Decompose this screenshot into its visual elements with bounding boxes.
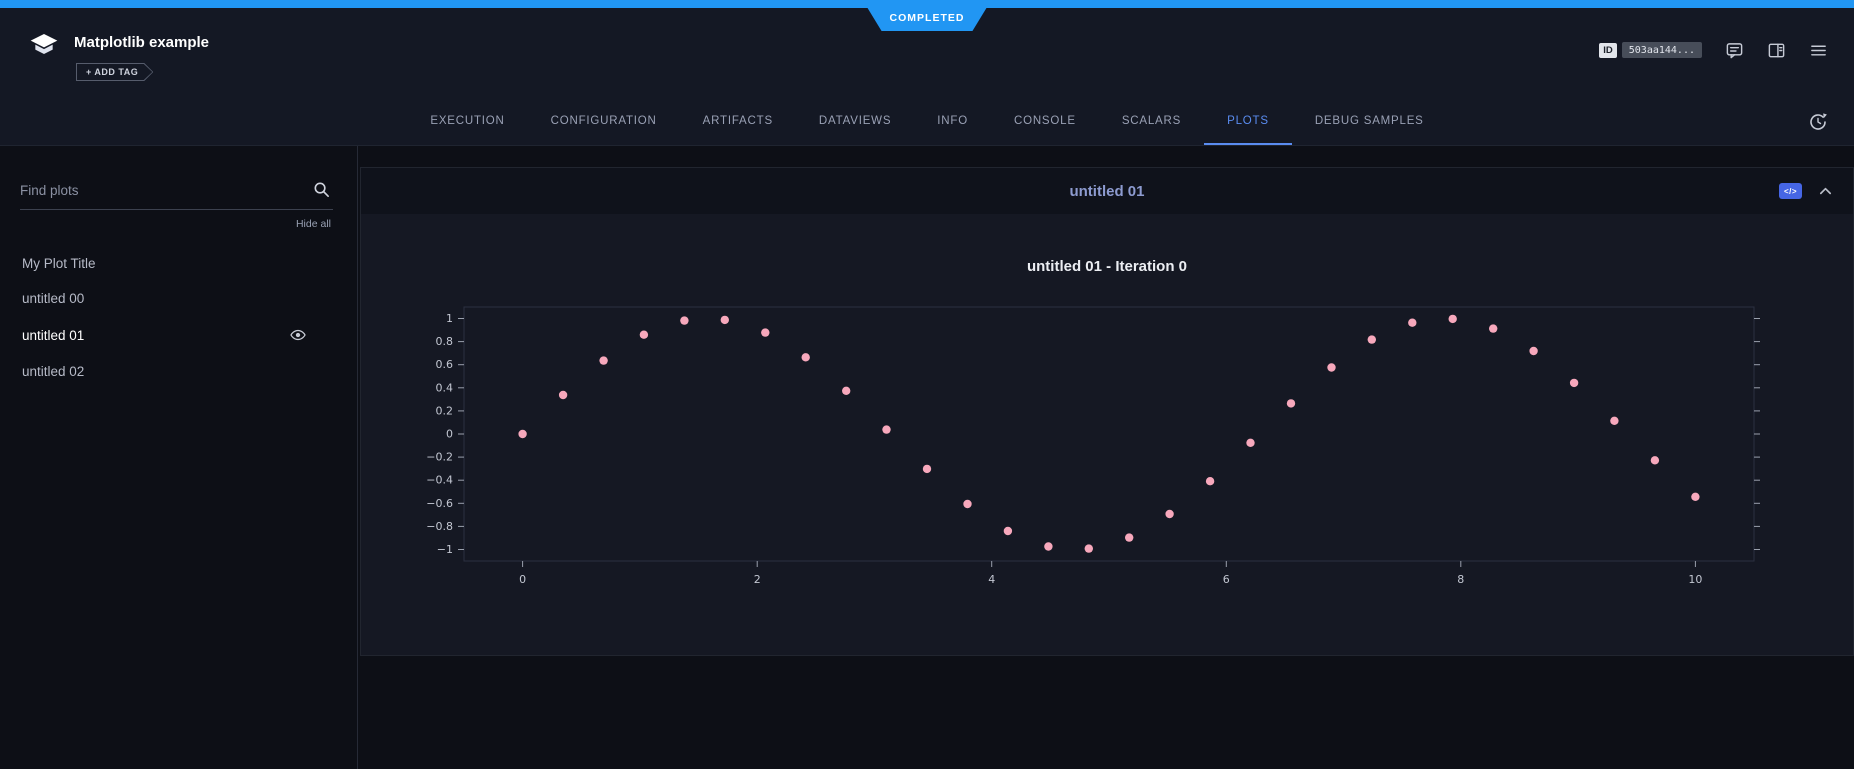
plot-search [20, 182, 333, 210]
search-input[interactable] [20, 183, 303, 198]
status-label: COMPLETED [890, 12, 965, 24]
svg-text:4: 4 [988, 573, 995, 586]
svg-text:8: 8 [1457, 573, 1464, 586]
tab-scalars[interactable]: SCALARS [1099, 98, 1204, 145]
app-logo-icon[interactable] [28, 28, 60, 60]
view-code-button[interactable]: </> [1779, 183, 1802, 199]
plot-list-item[interactable]: untitled 02 [20, 354, 333, 389]
svg-text:−1: −1 [437, 543, 453, 556]
plot-list-item[interactable]: My Plot Title [20, 246, 333, 281]
plot-card-header: untitled 01 </> [361, 168, 1853, 214]
plot-list-item[interactable]: untitled 01 [20, 316, 333, 354]
eye-icon[interactable] [289, 326, 307, 344]
tab-configuration[interactable]: CONFIGURATION [528, 98, 680, 145]
figure-title: untitled 01 - Iteration 0 [361, 258, 1853, 275]
auto-refresh-icon[interactable] [1806, 110, 1830, 134]
svg-text:10: 10 [1688, 573, 1702, 586]
svg-text:0.6: 0.6 [436, 358, 454, 371]
tab-artifacts[interactable]: ARTIFACTS [680, 98, 796, 145]
figure: 1 0.8 0.6 0.4 0.2 0 −0.2 −0.4 −0.6 −0.8 −1 0 2 4 6 8 10 [361, 299, 1853, 599]
svg-text:−0.2: −0.2 [426, 451, 453, 464]
svg-text:2: 2 [754, 573, 761, 586]
svg-text:−0.8: −0.8 [426, 520, 453, 533]
tab-plots[interactable]: PLOTS [1204, 98, 1292, 145]
add-tag-button[interactable]: + ADD TAG [76, 63, 153, 81]
plot-list-item-label: untitled 01 [22, 328, 84, 343]
svg-text:1: 1 [446, 312, 453, 325]
tab-console[interactable]: CONSOLE [991, 98, 1099, 145]
tab-bar: EXECUTIONCONFIGURATIONARTIFACTSDATAVIEWS… [0, 98, 1854, 146]
main-panel: untitled 01 </> untitled 01 - Iteration … [358, 146, 1854, 769]
add-tag-label: + ADD TAG [77, 64, 152, 80]
tab-info[interactable]: INFO [914, 98, 991, 145]
status-strip: COMPLETED [0, 0, 1854, 8]
svg-text:0.2: 0.2 [436, 404, 454, 417]
hide-all-button[interactable]: Hide all [20, 218, 331, 230]
plot-card-body: untitled 01 - Iteration 0 1 0.8 0.6 0.4 0.2 0… [361, 214, 1853, 655]
tab-debug-samples[interactable]: DEBUG SAMPLES [1292, 98, 1447, 145]
tab-execution[interactable]: EXECUTION [407, 98, 527, 145]
experiment-title: Matplotlib example [74, 34, 209, 51]
plot-card-actions: </> [1779, 168, 1833, 214]
plots-sidebar: Hide all My Plot Title untitled 00 untitle… [0, 146, 358, 769]
svg-text:0.4: 0.4 [436, 381, 454, 394]
svg-text:0: 0 [446, 428, 453, 441]
plot-list: My Plot Title untitled 00 untitled 01 untit… [20, 246, 333, 389]
collapse-card-icon[interactable] [1818, 184, 1833, 199]
plot-card-title: untitled 01 [1069, 183, 1144, 200]
id-label: ID [1599, 43, 1617, 58]
tab-dataviews[interactable]: DATAVIEWS [796, 98, 914, 145]
svg-text:−0.6: −0.6 [426, 497, 453, 510]
status-badge: COMPLETED [868, 8, 987, 31]
plot-card: untitled 01 </> untitled 01 - Iteration … [360, 167, 1854, 656]
search-icon[interactable] [312, 180, 331, 204]
title-block: Matplotlib example + ADD TAG [74, 26, 209, 81]
svg-text:−0.4: −0.4 [426, 474, 453, 487]
tab-list: EXECUTIONCONFIGURATIONARTIFACTSDATAVIEWS… [407, 98, 1446, 145]
svg-text:0: 0 [519, 573, 526, 586]
plot-svg: 1 0.8 0.6 0.4 0.2 0 −0.2 −0.4 −0.6 −0.8 −1 0 2 4 6 8 10 [401, 299, 1813, 599]
id-value: 503aa144... [1622, 42, 1702, 58]
plot-list-item-label: My Plot Title [22, 256, 96, 271]
header-right: ID 503aa144... [1599, 40, 1828, 60]
svg-text:0.8: 0.8 [436, 335, 454, 348]
experiment-id-chip[interactable]: ID 503aa144... [1599, 42, 1702, 58]
header-left: Matplotlib example + ADD TAG [28, 26, 209, 81]
comment-icon[interactable] [1724, 40, 1744, 60]
plot-list-item[interactable]: untitled 00 [20, 281, 333, 316]
content: Hide all My Plot Title untitled 00 untitle… [0, 146, 1854, 769]
plot-list-item-label: untitled 00 [22, 291, 84, 306]
plot-list-item-label: untitled 02 [22, 364, 84, 379]
svg-text:6: 6 [1223, 573, 1230, 586]
menu-icon[interactable] [1808, 40, 1828, 60]
panels-icon[interactable] [1766, 40, 1786, 60]
